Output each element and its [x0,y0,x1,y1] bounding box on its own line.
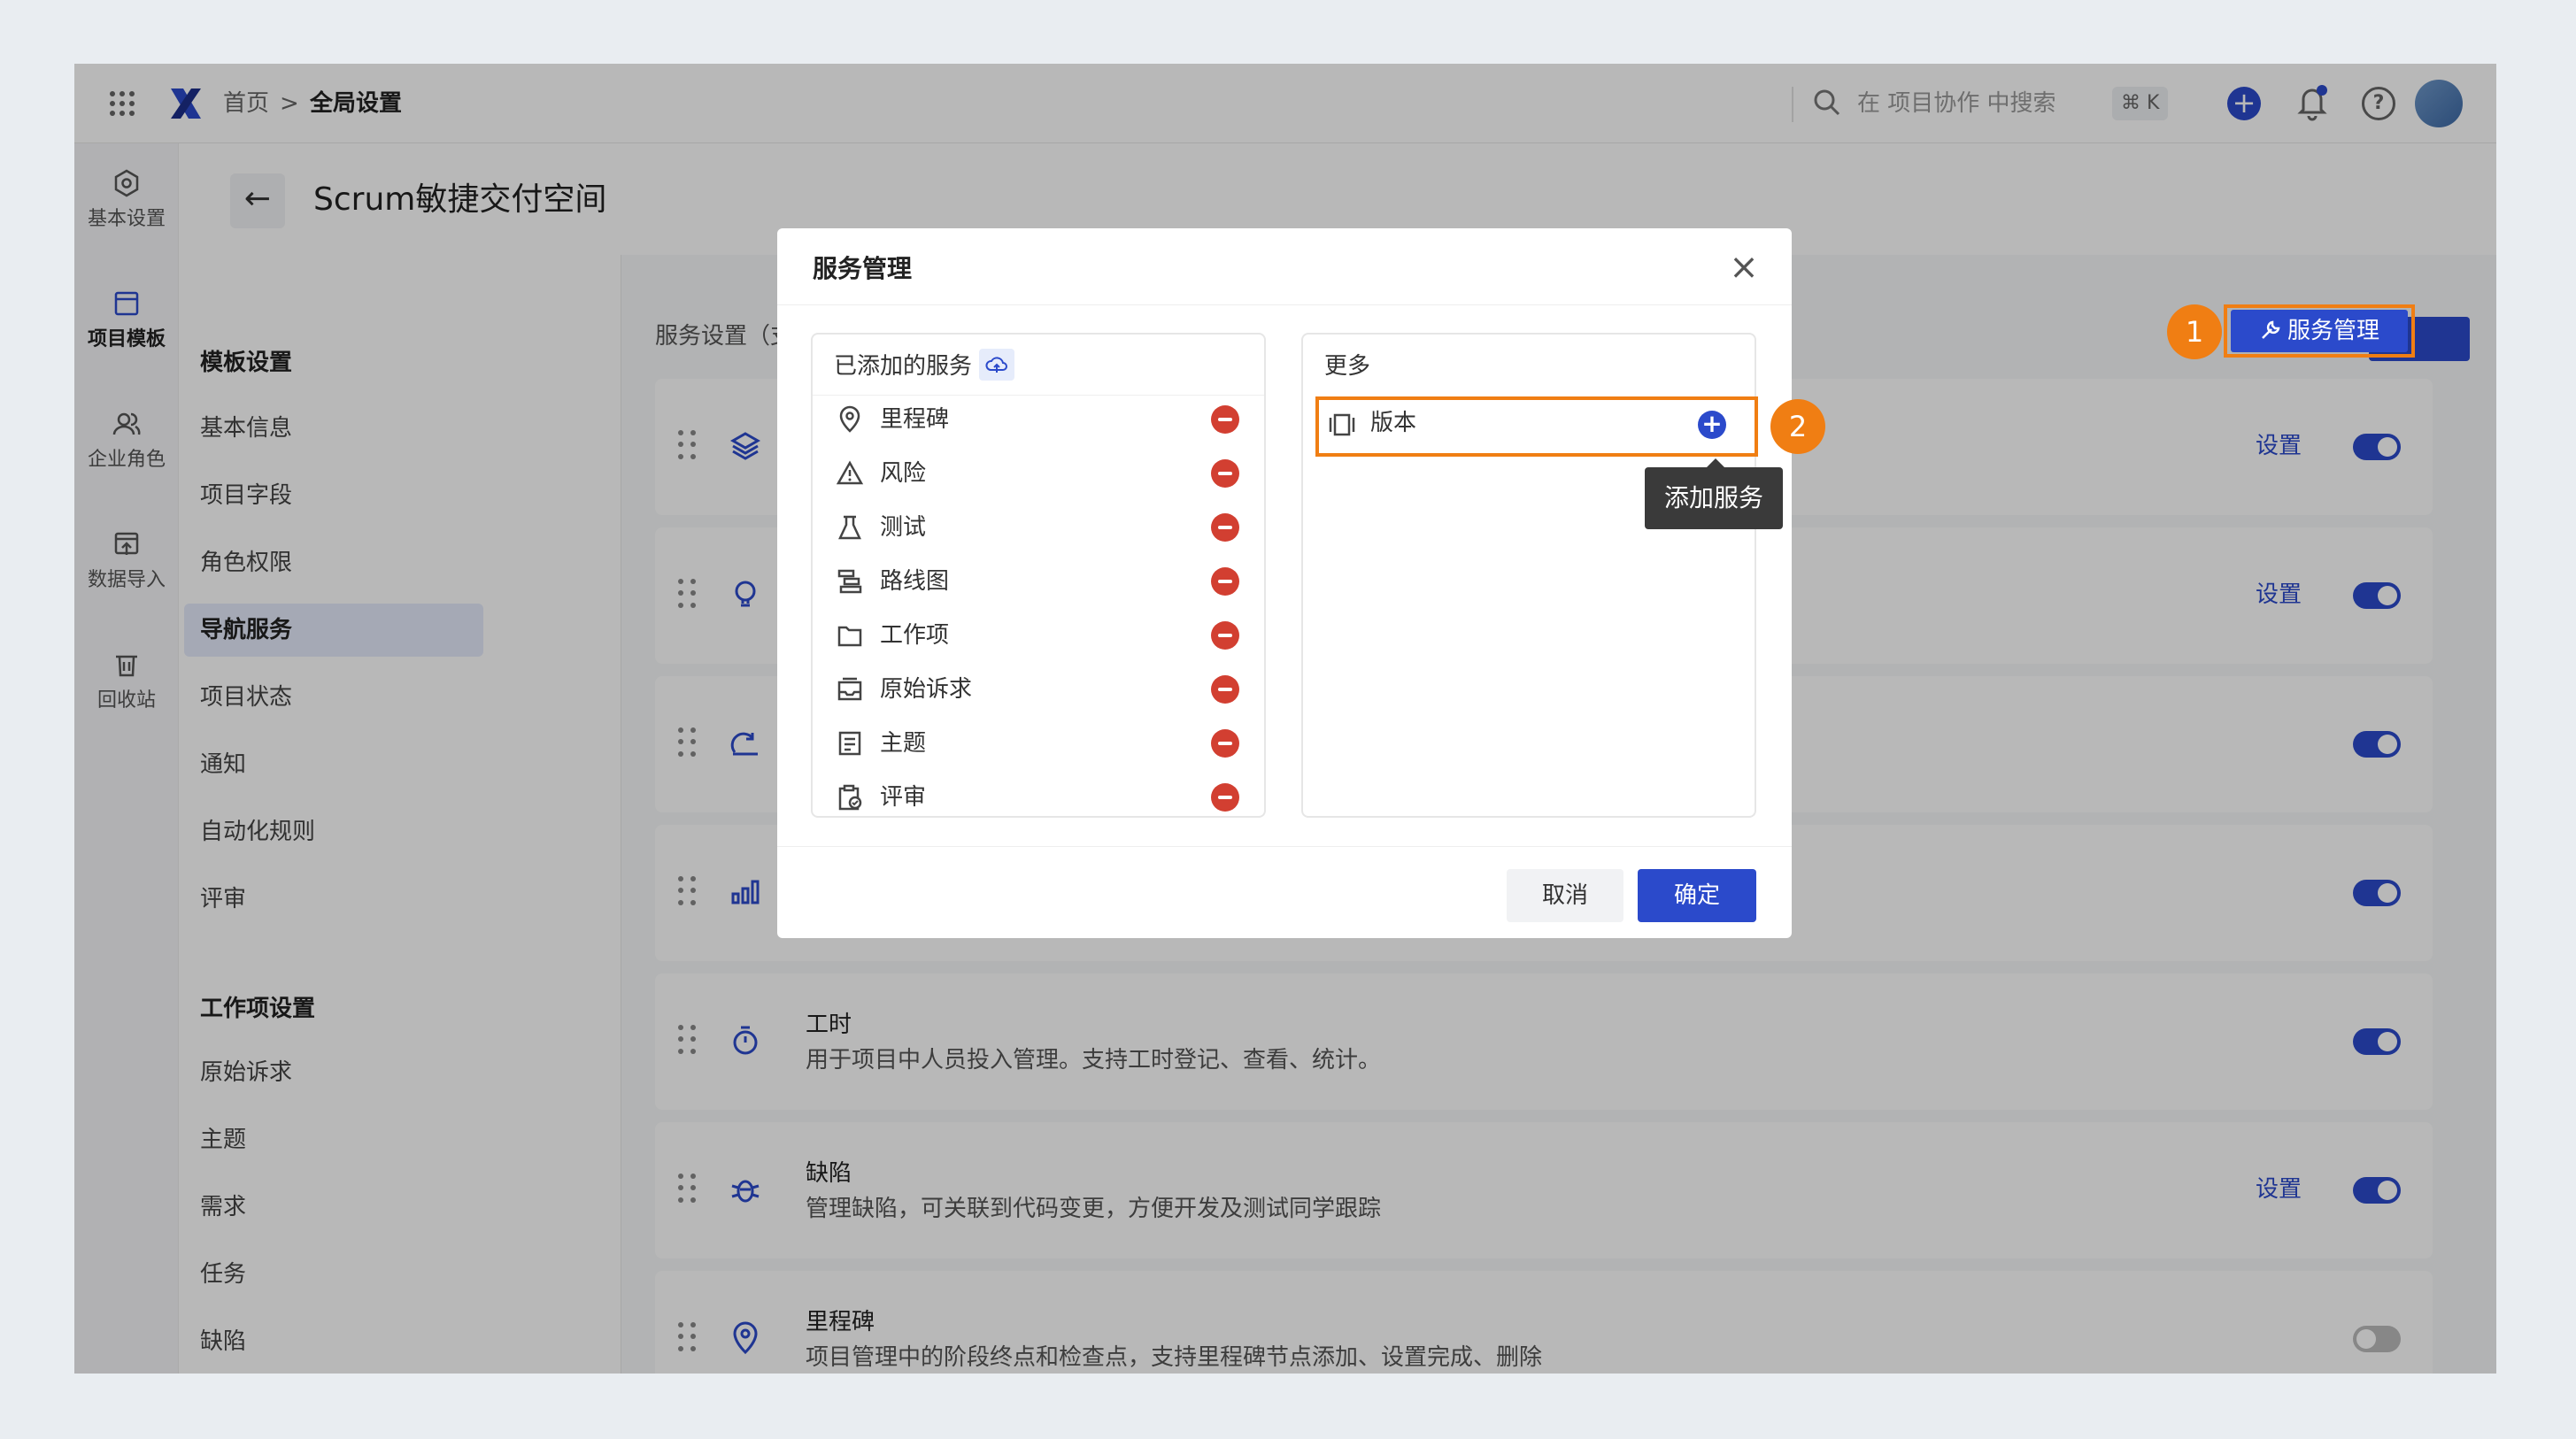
cancel-button[interactable]: 取消 [1507,869,1623,922]
added-service-label: 主题 [880,730,927,757]
flask-icon [838,515,861,540]
dialog-footer-divider [777,846,1792,847]
version-icon [1329,413,1355,436]
added-services-title: 已添加的服务 [834,353,973,380]
more-services-title: 更多 [1324,353,1371,380]
add-service-tooltip: 添加服务 [1645,458,1783,529]
folder-icon [837,626,862,647]
remove-service-button[interactable] [1211,783,1239,812]
added-service-row: 工作项 [813,609,1264,662]
remove-service-button[interactable] [1211,729,1239,758]
remove-service-button[interactable] [1211,675,1239,704]
added-service-row: 里程碑 [813,393,1264,446]
added-service-label: 测试 [880,514,927,541]
remove-service-button[interactable] [1211,405,1239,434]
added-services-panel: 已添加的服务 里程碑 风险 测试 路线图 工作项 原始诉求 主题 评审 [811,333,1266,818]
added-service-label: 原始诉求 [880,676,973,703]
added-service-label: 风险 [880,460,927,487]
document-icon [838,731,861,756]
inbox-icon [837,677,862,701]
wrench-icon [2262,320,2280,339]
remove-service-button[interactable] [1211,567,1239,596]
step-badge-2: 2 [1770,399,1825,454]
roadmap-icon [837,569,862,594]
panel-divider [1303,395,1755,396]
added-service-label: 评审 [880,784,927,811]
confirm-button[interactable]: 确定 [1638,869,1756,922]
review-clipboard-icon [838,784,862,811]
added-service-label: 工作项 [880,622,950,649]
service-management-dialog: 服务管理 × 已添加的服务 里程碑 风险 测试 路线图 工作项 原始诉求 主题 … [777,228,1792,938]
add-service-button[interactable]: + [1698,411,1726,439]
added-service-label: 路线图 [880,568,950,595]
more-service-label: 版本 [1370,410,1417,436]
added-service-row: 风险 [813,447,1264,500]
close-icon[interactable]: × [1728,250,1760,285]
service-management-label: 服务管理 [2287,318,2379,344]
remove-service-button[interactable] [1211,621,1239,650]
dialog-title: 服务管理 [813,254,913,283]
added-service-row: 原始诉求 [813,663,1264,716]
added-service-row: 主题 [813,717,1264,770]
added-service-row: 路线图 [813,555,1264,608]
step-badge-1: 1 [2167,304,2222,359]
added-service-label: 里程碑 [880,406,950,433]
service-management-button[interactable]: 服务管理 [2231,310,2408,352]
added-service-row: 评审 [813,771,1264,816]
added-service-row: 测试 [813,501,1264,554]
cloud-icon [979,349,1014,381]
remove-service-button[interactable] [1211,459,1239,488]
dialog-divider [777,304,1792,305]
remove-service-button[interactable] [1211,513,1239,542]
warning-triangle-icon [836,460,864,485]
location-pin-icon [839,405,860,433]
